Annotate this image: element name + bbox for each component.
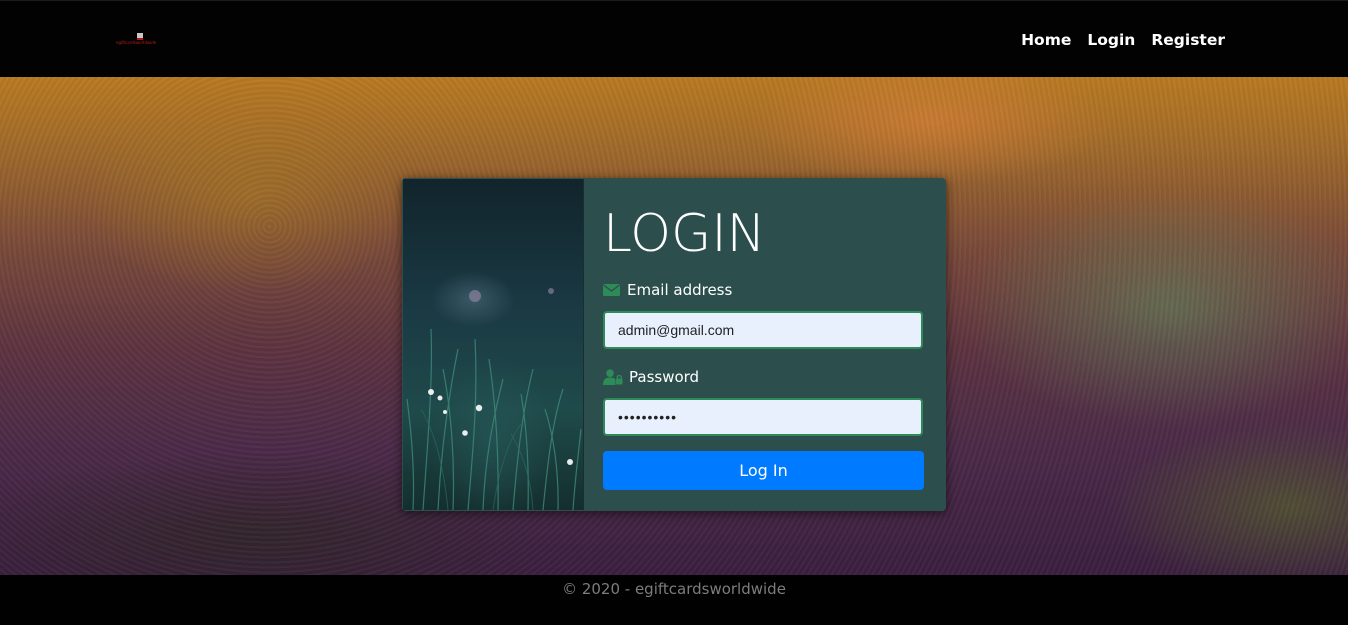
email-label-text: Email address	[627, 281, 733, 299]
envelope-icon	[603, 284, 620, 296]
email-field[interactable]	[603, 311, 923, 349]
top-navbar: egiftcardsworldwide Home Login Register	[0, 0, 1348, 77]
brand-logo-text: egiftcardsworldwide	[116, 40, 157, 45]
password-label: Password	[603, 367, 699, 387]
footer: © 2020 - egiftcardsworldwide	[0, 575, 1348, 625]
password-label-text: Password	[629, 368, 700, 386]
nav-link-login[interactable]: Login	[1087, 30, 1135, 50]
nav-links: Home Login Register	[1021, 30, 1225, 50]
login-button[interactable]: Log In	[603, 451, 924, 490]
login-title: LOGIN	[603, 204, 766, 264]
nav-link-register[interactable]: Register	[1151, 30, 1225, 50]
password-field[interactable]	[603, 398, 923, 436]
grass-flowers-image	[406, 288, 582, 510]
user-lock-icon	[603, 369, 623, 385]
email-label: Email address	[603, 280, 732, 300]
brand-logo[interactable]: egiftcardsworldwide	[116, 33, 164, 49]
brand-logo-mark	[137, 33, 143, 40]
footer-copyright: © 2020 - egiftcardsworldwide	[562, 580, 786, 598]
login-card: LOGIN Email address Password Log In	[402, 178, 946, 511]
card-side-image	[403, 179, 584, 510]
nav-link-home[interactable]: Home	[1021, 30, 1071, 50]
login-form: LOGIN Email address Password Log In	[603, 178, 928, 511]
